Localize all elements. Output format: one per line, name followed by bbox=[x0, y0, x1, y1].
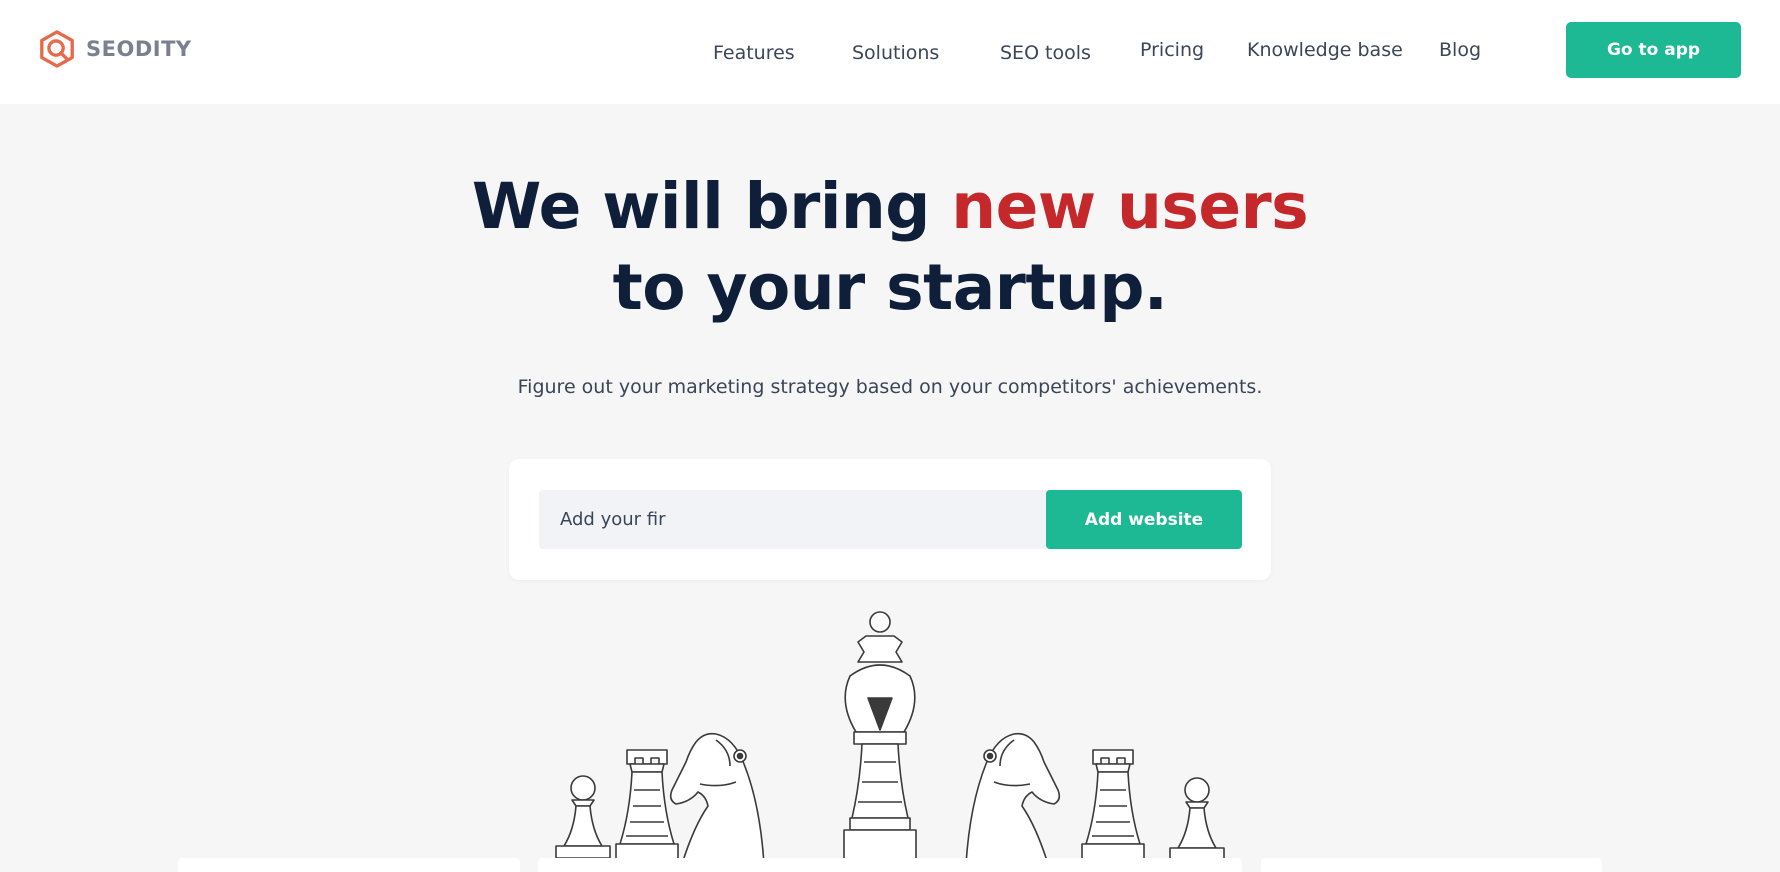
king-center bbox=[843, 611, 917, 864]
pawn-right bbox=[1169, 777, 1225, 861]
nav-solutions[interactable]: Solutions bbox=[852, 42, 939, 64]
rook-left bbox=[615, 749, 679, 864]
headline-accent: new users bbox=[951, 170, 1309, 243]
seodity-logo-icon bbox=[40, 30, 74, 68]
rook-right bbox=[1081, 749, 1145, 864]
feature-card-center bbox=[538, 858, 1242, 872]
nav-seo-tools[interactable]: SEO tools bbox=[1000, 42, 1091, 64]
brand-logo[interactable]: SEODITY bbox=[38, 30, 192, 68]
knight-left bbox=[669, 732, 765, 864]
brand-name: SEODITY bbox=[86, 37, 192, 61]
feature-card-left bbox=[178, 858, 520, 872]
hero-headline: We will bring new users to your startup. bbox=[0, 166, 1780, 328]
headline-part-2: to your startup. bbox=[612, 251, 1168, 324]
headline-part-1: We will bring bbox=[471, 170, 952, 243]
nav-knowledge-base[interactable]: Knowledge base bbox=[1247, 39, 1403, 61]
add-website-form: Add website bbox=[509, 459, 1271, 580]
website-url-input[interactable] bbox=[539, 490, 1049, 549]
chess-pieces-illustration bbox=[555, 611, 1225, 864]
knight-right bbox=[965, 732, 1061, 864]
go-to-app-button[interactable]: Go to app bbox=[1566, 22, 1741, 78]
nav-features[interactable]: Features bbox=[713, 42, 795, 64]
top-navigation-bar: SEODITY Features Solutions SEO tools Pri… bbox=[0, 0, 1780, 104]
hero-subtitle: Figure out your marketing strategy based… bbox=[517, 376, 1263, 398]
pawn-left bbox=[555, 775, 611, 859]
feature-card-right bbox=[1261, 858, 1602, 872]
nav-pricing[interactable]: Pricing bbox=[1140, 39, 1204, 61]
nav-blog[interactable]: Blog bbox=[1439, 39, 1481, 61]
add-website-button[interactable]: Add website bbox=[1046, 490, 1242, 549]
